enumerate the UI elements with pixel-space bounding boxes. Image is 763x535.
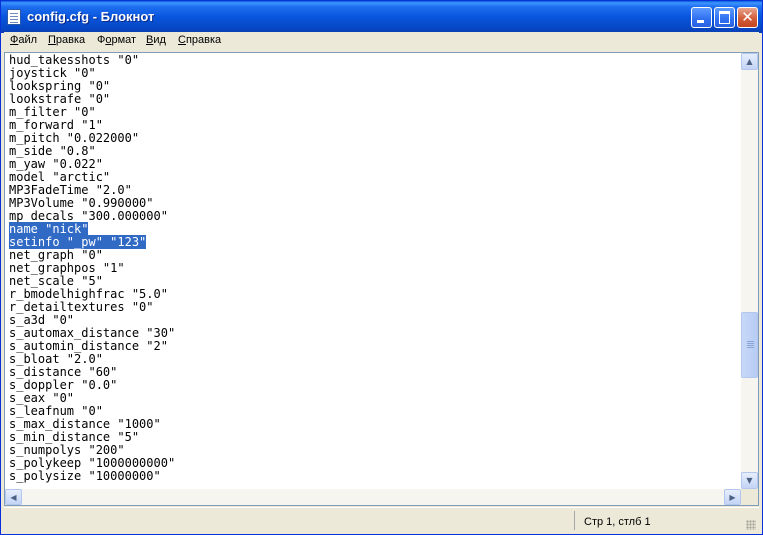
vertical-scroll-thumb[interactable] bbox=[741, 312, 758, 378]
resize-grip-icon[interactable] bbox=[746, 520, 756, 530]
text-line: s_polysize "10000000" bbox=[9, 469, 161, 483]
menu-bar: Файл Правка Формат Вид Справка bbox=[4, 32, 759, 51]
menu-view[interactable]: Вид bbox=[146, 34, 166, 46]
menu-file[interactable]: Файл bbox=[10, 34, 37, 46]
title-bar[interactable]: config.cfg - Блокнот ✕ bbox=[1, 1, 762, 33]
maximize-button[interactable] bbox=[714, 7, 735, 28]
text-line: m_side "0.8" bbox=[9, 144, 96, 158]
text-editor[interactable]: hud_takesshots "0" joystick "0" lookspring… bbox=[9, 54, 739, 488]
scroll-left-arrow-icon: ◀ bbox=[10, 493, 17, 502]
text-line: m_pitch "0.022000" bbox=[9, 131, 140, 145]
text-line: s_bloat "2.0" bbox=[9, 352, 103, 366]
text-line: m_filter "0" bbox=[9, 105, 96, 119]
menu-help[interactable]: Справка bbox=[178, 34, 221, 46]
scroll-up-button[interactable]: ▲ bbox=[741, 53, 758, 70]
cursor-position: Стр 1, стлб 1 bbox=[584, 516, 651, 528]
menu-format[interactable]: Формат bbox=[97, 34, 136, 46]
minimize-icon bbox=[692, 8, 711, 27]
text-line: mp_decals "300.000000" bbox=[9, 209, 168, 223]
maximize-icon bbox=[715, 8, 734, 27]
horizontal-scrollbar[interactable]: ◀ ▶ bbox=[5, 489, 741, 505]
text-line: hud_takesshots "0" bbox=[9, 54, 140, 67]
minimize-button[interactable] bbox=[691, 7, 712, 28]
editor-frame: hud_takesshots "0" joystick "0" lookspring… bbox=[4, 52, 759, 506]
selected-text-line: setinfo "_pw" "123" bbox=[9, 235, 147, 249]
text-line: net_graphpos "1" bbox=[9, 261, 125, 275]
scroll-down-arrow-icon: ▼ bbox=[746, 476, 753, 485]
window-title: config.cfg - Блокнот bbox=[27, 9, 155, 24]
scroll-up-arrow-icon: ▲ bbox=[746, 57, 753, 66]
close-button[interactable]: ✕ bbox=[737, 7, 758, 28]
scroll-right-arrow-icon: ▶ bbox=[729, 493, 736, 502]
menu-accesskey: С bbox=[178, 34, 186, 46]
close-icon: ✕ bbox=[741, 8, 754, 26]
text-line: lookspring "0" bbox=[9, 79, 111, 93]
text-line: s_automin_distance "2" bbox=[9, 339, 168, 353]
vertical-scrollbar[interactable]: ▲ ▼ bbox=[741, 53, 758, 489]
menu-accesskey: Ф bbox=[10, 34, 19, 46]
menu-accesskey: П bbox=[48, 34, 56, 46]
status-divider bbox=[574, 511, 575, 530]
text-line: m_yaw "0.022" bbox=[9, 157, 103, 171]
notepad-window: config.cfg - Блокнот ✕ Файл Правка Форма… bbox=[0, 0, 763, 535]
scroll-right-button[interactable]: ▶ bbox=[724, 489, 741, 505]
scroll-left-button[interactable]: ◀ bbox=[5, 489, 22, 505]
text-line: r_detailtextures "0" bbox=[9, 300, 154, 314]
text-line: s_distance "60" bbox=[9, 365, 118, 379]
menu-accesskey: В bbox=[146, 34, 154, 46]
menu-edit[interactable]: Правка bbox=[48, 34, 85, 46]
text-line: joystick "0" bbox=[9, 66, 96, 80]
status-bar: Стр 1, стлб 1 bbox=[4, 507, 759, 533]
thumb-grip-icon bbox=[747, 341, 754, 342]
notepad-icon[interactable] bbox=[7, 9, 21, 25]
menu-accesskey: о bbox=[105, 34, 112, 46]
scroll-down-button[interactable]: ▼ bbox=[741, 472, 758, 489]
text-line: lookstrafe "0" bbox=[9, 92, 111, 106]
text-line: s_doppler "0.0" bbox=[9, 378, 118, 392]
text-line: s_eax "0" bbox=[9, 391, 75, 405]
scrollbar-corner bbox=[741, 489, 758, 505]
